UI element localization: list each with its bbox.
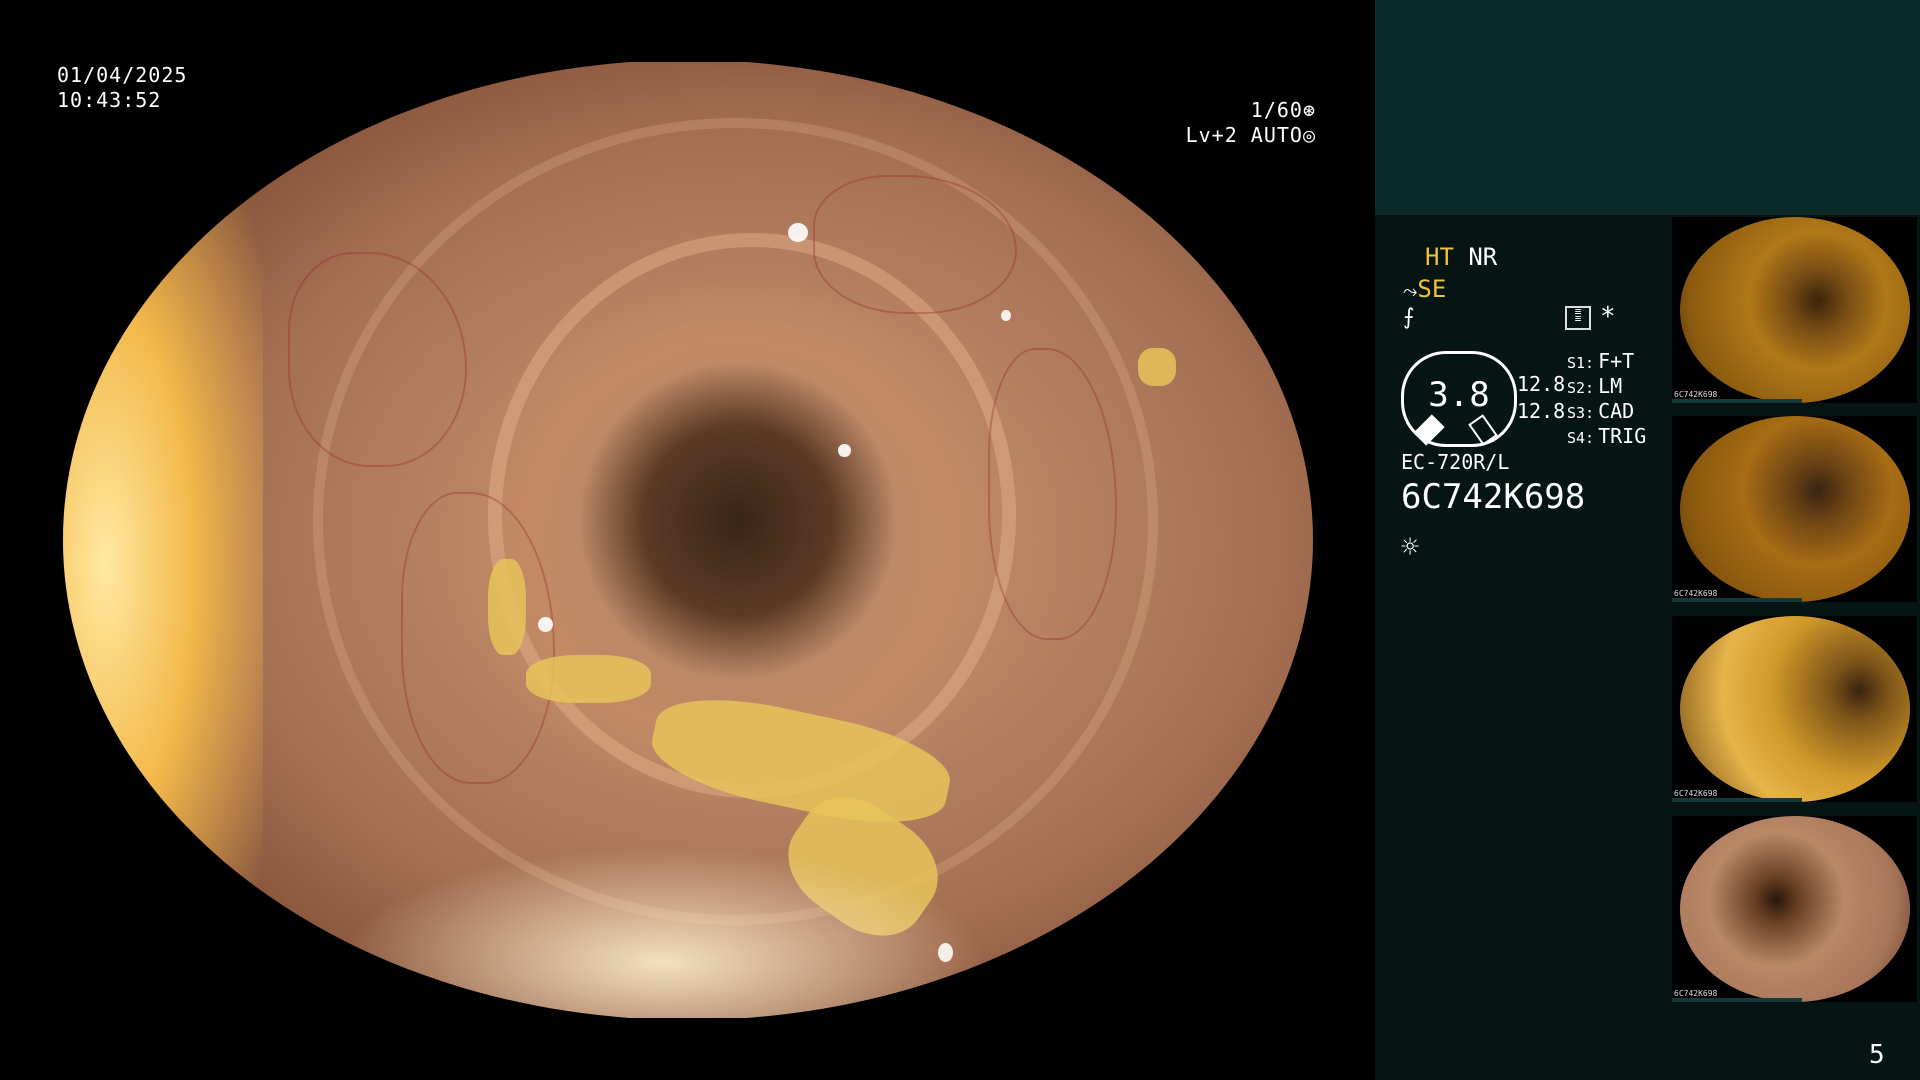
view-mask-top: [0, 0, 1375, 62]
specular-highlight: [938, 943, 953, 963]
level-text: Lv+2 AUTO: [1185, 123, 1303, 147]
gauge-value: 3.8: [1428, 375, 1490, 415]
capture-thumbnail[interactable]: 6C742K698: [1672, 217, 1917, 403]
specular-highlight: [838, 444, 851, 458]
time-text: 10:43:52: [57, 88, 162, 112]
scope-serial: 6C742K698: [1401, 477, 1586, 517]
asterisk-mark: *: [1600, 302, 1616, 332]
sun-icon: ☼: [1401, 530, 1420, 565]
switch-row-1: S1: F+T: [1567, 349, 1634, 373]
specular-highlight: [1000, 309, 1011, 322]
status-panel: [1375, 215, 1672, 1080]
thumbnail-bar: [1672, 798, 1802, 802]
thumbnail-bar: [1672, 998, 1802, 1002]
thumbnail-label: 6C742K698: [1674, 789, 1718, 798]
switch-value: CAD: [1598, 399, 1635, 423]
debris: [1138, 348, 1176, 387]
thumbnail-label: 6C742K698: [1674, 390, 1718, 399]
switch-key: S2:: [1567, 379, 1595, 397]
switch-value: F+T: [1598, 349, 1635, 373]
colon-lumen-image: [63, 60, 1313, 1020]
debris: [488, 559, 526, 656]
switch-row-3: S3: CAD: [1567, 399, 1634, 423]
switch-key: S4:: [1567, 429, 1595, 447]
menu-icon: ≡ ≡: [1565, 306, 1591, 330]
aperture-icon: ⊛: [1302, 98, 1316, 122]
se-row: ⤳SE: [1403, 275, 1446, 303]
thumbnail-image: [1680, 616, 1910, 802]
date-text: 01/04/2025: [57, 63, 188, 87]
shutter-text: 1/60: [1250, 98, 1303, 122]
thumbnail-image: [1680, 416, 1910, 602]
capture-thumbnail[interactable]: 6C742K698: [1672, 816, 1917, 1002]
datetime-readout: 01/04/2025 10:43:52: [57, 63, 187, 113]
thumbnail-label: 6C742K698: [1674, 589, 1718, 598]
level-row: Lv+2 AUTO◎: [1186, 123, 1316, 148]
switch-key: S3:: [1567, 404, 1595, 422]
nr-label: NR: [1468, 243, 1498, 271]
switch-row-4: S4: TRIG: [1567, 424, 1646, 448]
thumbnail-image: [1680, 816, 1910, 1002]
ht-label: HT: [1425, 243, 1454, 271]
thumbnail-bar: [1672, 598, 1802, 602]
page-number: 5: [1869, 1040, 1885, 1070]
exposure-readout: 1/60⊛ Lv+2 AUTO◎: [1186, 98, 1316, 148]
switch-key: S1:: [1567, 354, 1595, 372]
se-label: SE: [1417, 275, 1447, 303]
thumbnail-label: 6C742K698: [1674, 989, 1718, 998]
switch-value: TRIG: [1598, 424, 1647, 448]
shutter-row: 1/60⊛: [1186, 98, 1316, 123]
scope-model: EC-720R/L: [1401, 450, 1510, 474]
freeze-icon: ⨍: [1403, 305, 1415, 330]
endoscope-view: [0, 0, 1375, 1080]
auto-iris-icon: ◎: [1302, 123, 1316, 147]
readout-value-1: 12.8: [1517, 372, 1566, 396]
readout-value-2: 12.8: [1517, 399, 1566, 423]
specular-highlight: [538, 616, 553, 633]
view-mask-bottom: [0, 1018, 1375, 1080]
ht-nr-row: HT NR: [1425, 243, 1497, 271]
structure-enhance-icon: ⤳: [1403, 281, 1418, 302]
thumbnail-bar: [1672, 399, 1802, 403]
capture-thumbnail[interactable]: 6C742K698: [1672, 616, 1917, 802]
top-right-panel: [1375, 0, 1920, 215]
thumbnail-image: [1680, 217, 1910, 403]
capture-thumbnail[interactable]: 6C742K698: [1672, 416, 1917, 602]
switch-value: LM: [1598, 374, 1623, 398]
debris: [525, 655, 651, 704]
switch-row-2: S2: LM: [1567, 374, 1622, 398]
